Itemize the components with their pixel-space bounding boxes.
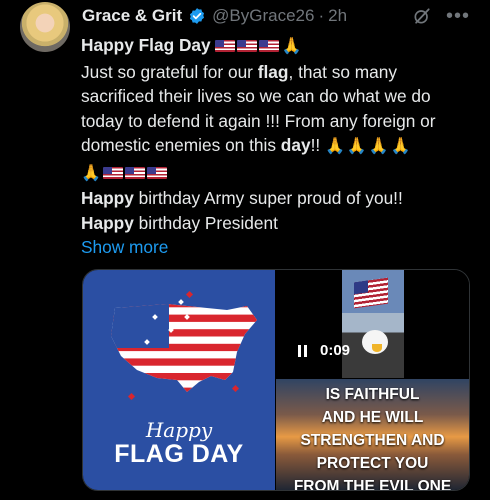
video-player[interactable]: 0:09: [276, 270, 469, 378]
tweet-line-2: Just so grateful for our flag, that so m…: [81, 61, 398, 82]
author-name[interactable]: Grace & Grit: [82, 6, 182, 26]
star-decoration: [185, 290, 194, 299]
quote-line: IS FAITHFUL: [325, 386, 420, 403]
quote-line: FROM THE EVIL ONE: [293, 478, 452, 491]
tweet-time[interactable]: 2h: [328, 6, 347, 26]
tweet-line-4: today to defend it again !!! From any fo…: [81, 110, 436, 131]
folded-hands-emoji: 🙏: [390, 138, 411, 155]
flag-day-title: FLAG DAY: [114, 440, 244, 468]
us-map-flag-graphic: [111, 304, 257, 392]
folded-hands-emoji: 🙏: [325, 138, 345, 155]
us-flag-emoji: [237, 40, 258, 52]
tweet-line-emoji: 🙏: [81, 160, 476, 187]
verified-badge-icon[interactable]: [188, 7, 206, 25]
tweet-line-5: domestic enemies on this day!! 🙏 🙏 🙏 🙏: [81, 133, 476, 160]
folded-hands-emoji: 🙏: [281, 38, 302, 55]
pause-icon[interactable]: [298, 344, 308, 357]
folded-hands-emoji: 🙏: [346, 138, 367, 155]
waving-flag-graphic: [354, 277, 388, 309]
quote-text: IS FAITHFUL AND HE WILL STRENGTHEN AND P…: [276, 383, 469, 491]
tweet-text: Happy Flag Day 🙏 Just so grateful for ou…: [81, 33, 476, 260]
us-flag-emoji: [259, 40, 280, 52]
folded-hands-emoji: 🙏: [368, 138, 389, 155]
video-duration: 0:09: [320, 342, 351, 359]
quote-line: PROTECT YOU: [316, 455, 429, 472]
tweet-line-1: Happy Flag Day 🙏: [81, 33, 476, 60]
tweet-line-7: Happy birthday President: [81, 212, 278, 233]
show-more-link[interactable]: Show more: [81, 235, 476, 260]
quote-line: AND HE WILL: [321, 409, 424, 426]
tweet-header: Grace & Grit @ByGrace26 · 2h •••: [82, 4, 470, 28]
author-handle[interactable]: @ByGrace26: [212, 6, 314, 26]
media-grid: Happy FLAG DAY 0:09 IS FAITHFUL AND HE W…: [82, 269, 470, 491]
tweet-line-3: sacrificed their lives so we can do what…: [81, 86, 431, 106]
flag-day-image[interactable]: Happy FLAG DAY: [83, 270, 275, 490]
avatar[interactable]: [20, 2, 70, 52]
tweet-line-6: Happy birthday Army super proud of you!!: [81, 188, 403, 208]
separator-dot: ·: [318, 6, 325, 25]
quote-image[interactable]: IS FAITHFUL AND HE WILL STRENGTHEN AND P…: [276, 379, 469, 490]
quote-line: STRENGTHEN AND: [300, 432, 445, 449]
us-flag-emoji: [215, 40, 236, 52]
eagle-beak-graphic: [372, 344, 382, 352]
us-flag-emoji: [102, 166, 123, 179]
folded-hands-emoji: 🙏: [81, 164, 101, 182]
grok-icon[interactable]: [412, 6, 432, 26]
video-controls: 0:09: [298, 342, 350, 359]
us-flag-emoji: [124, 166, 145, 179]
us-flag-emoji: [146, 166, 167, 179]
more-options-icon[interactable]: •••: [446, 5, 470, 28]
flag-day-happy-text: Happy: [145, 418, 213, 442]
video-thumbnail: [342, 270, 404, 378]
